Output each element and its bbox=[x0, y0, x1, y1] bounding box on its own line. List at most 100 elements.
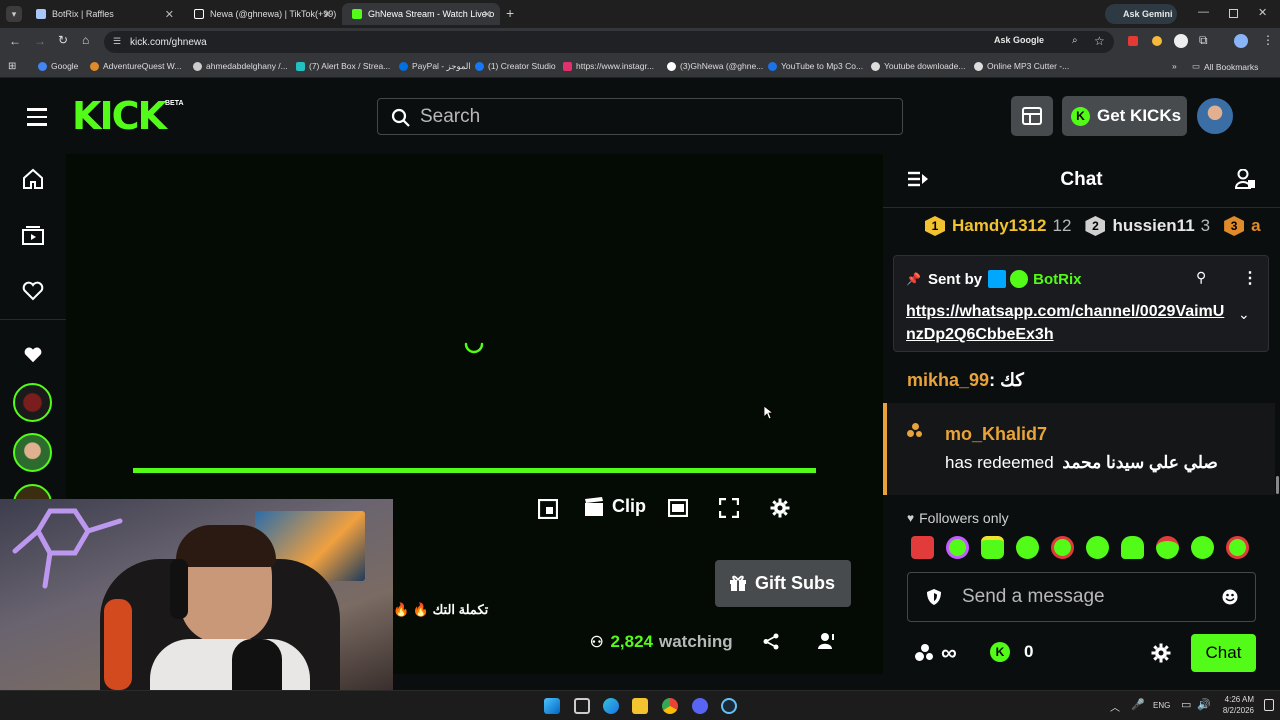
chat-input[interactable]: Send a message bbox=[907, 572, 1256, 622]
search-input[interactable]: Search bbox=[377, 98, 903, 135]
user-avatar[interactable] bbox=[1197, 98, 1233, 134]
home-icon[interactable] bbox=[22, 168, 44, 190]
tab-close-icon[interactable]: ✕ bbox=[483, 8, 492, 21]
discord-icon[interactable] bbox=[692, 698, 708, 714]
puzzle-icon[interactable]: ⧉ bbox=[1199, 33, 1208, 48]
tab-tiktok[interactable]: Newa (@ghnewa) | TikTok(+99) ✕ bbox=[184, 3, 340, 25]
unpin-icon[interactable]: ⚲ bbox=[1196, 269, 1206, 286]
chrome-icon[interactable] bbox=[662, 698, 678, 714]
kicks-balance[interactable]: K 0 bbox=[990, 642, 1033, 662]
bookmark-item[interactable]: Google bbox=[38, 61, 78, 71]
chat-users-icon[interactable] bbox=[1235, 169, 1255, 189]
bookmark-item[interactable]: PayPal - الموجز bbox=[399, 61, 471, 72]
emote-grin-icon[interactable] bbox=[1191, 536, 1214, 559]
tab-close-icon[interactable]: ✕ bbox=[165, 8, 174, 21]
extension-icon[interactable] bbox=[1174, 34, 1188, 48]
tray-chevron-icon[interactable]: ︿ bbox=[1110, 699, 1120, 714]
theater-mode-icon[interactable] bbox=[668, 499, 688, 517]
video-progress-bar[interactable] bbox=[133, 468, 816, 473]
notification-icon[interactable] bbox=[1264, 699, 1274, 711]
kick-logo[interactable]: KICK bbox=[72, 97, 167, 135]
chat-username[interactable]: mikha_99 bbox=[907, 370, 989, 390]
emote-crown-icon[interactable] bbox=[1156, 536, 1179, 559]
bookmark-item[interactable]: (7) Alert Box / Strea... bbox=[296, 61, 390, 71]
tab-list-icon[interactable]: ▾ bbox=[6, 6, 22, 22]
following-heart-icon[interactable] bbox=[22, 281, 44, 301]
pinned-link[interactable]: https://whatsapp.com/channel/0029VaimUnz… bbox=[906, 300, 1226, 346]
share-icon[interactable] bbox=[763, 633, 780, 650]
leaderboard-name[interactable]: a bbox=[1251, 216, 1260, 236]
fullscreen-icon[interactable] bbox=[719, 498, 739, 518]
browser-menu-icon[interactable]: ⋮ bbox=[1262, 33, 1274, 47]
close-window-icon[interactable]: ✕ bbox=[1258, 6, 1267, 19]
bookmark-item[interactable]: AdventureQuest W... bbox=[90, 61, 181, 71]
bookmark-item[interactable]: https://www.instagr... bbox=[563, 61, 654, 71]
home-icon[interactable]: ⌂ bbox=[82, 33, 89, 47]
tab-kick[interactable]: GhNewa Stream - Watch Live o ✕ bbox=[342, 3, 500, 25]
start-icon[interactable] bbox=[544, 698, 560, 714]
bookmark-item[interactable]: Online MP3 Cutter -... bbox=[974, 61, 1069, 71]
chat-scrollbar[interactable] bbox=[1276, 476, 1279, 494]
leaderboard-name[interactable]: Hamdy1312 bbox=[952, 216, 1047, 236]
emote-angel-icon[interactable] bbox=[981, 536, 1004, 559]
url-field[interactable]: ☰ kick.com/ghnewa Ask Google ⌕ ☆ bbox=[104, 31, 1114, 53]
zoom-icon[interactable]: ⌕ bbox=[1072, 35, 1078, 46]
layout-button[interactable] bbox=[1011, 96, 1053, 136]
menu-icon[interactable] bbox=[27, 108, 47, 126]
ask-google-chip[interactable]: Ask Google bbox=[994, 35, 1044, 45]
emote-dizzy-icon[interactable] bbox=[946, 536, 969, 559]
extension-icon[interactable] bbox=[1152, 36, 1162, 46]
emote-sick-icon[interactable] bbox=[1051, 536, 1074, 559]
new-tab-icon[interactable]: + bbox=[506, 5, 514, 21]
maximize-icon[interactable] bbox=[1229, 9, 1238, 18]
bookmark-item[interactable]: (1) Creator Studio bbox=[475, 61, 556, 71]
ask-gemini-button[interactable]: Ask Gemini bbox=[1105, 4, 1177, 24]
forward-icon[interactable]: → bbox=[34, 34, 46, 48]
apps-icon[interactable]: ⊞ bbox=[8, 61, 16, 72]
edge-icon[interactable] bbox=[603, 698, 619, 714]
reload-icon[interactable]: ↻ bbox=[58, 33, 68, 47]
extension-icon[interactable] bbox=[1128, 36, 1138, 46]
settings-gear-icon[interactable] bbox=[770, 498, 790, 518]
profile-icon[interactable] bbox=[1234, 34, 1248, 48]
site-info-icon[interactable]: ☰ bbox=[113, 36, 121, 47]
emote-ghost-icon[interactable] bbox=[1121, 536, 1144, 559]
bookmark-item[interactable]: Youtube downloade... bbox=[871, 61, 965, 71]
language-indicator[interactable]: ENG bbox=[1153, 701, 1170, 710]
bookmark-star-icon[interactable]: ☆ bbox=[1094, 34, 1105, 48]
all-bookmarks-folder[interactable]: ▭ All Bookmarks bbox=[1192, 61, 1258, 72]
bookmark-item[interactable]: ahmedabdelghany /... bbox=[193, 61, 288, 71]
redeem-user[interactable]: mo_Khalid7 bbox=[945, 424, 1047, 445]
gift-subs-button[interactable]: Gift Subs bbox=[715, 560, 851, 607]
chat-settings-gear-icon[interactable] bbox=[1151, 643, 1171, 663]
minimize-icon[interactable]: — bbox=[1198, 6, 1209, 18]
back-icon[interactable]: ← bbox=[9, 34, 21, 48]
file-explorer-icon[interactable] bbox=[632, 698, 648, 714]
clip-button[interactable]: Clip bbox=[584, 496, 646, 517]
send-chat-button[interactable]: Chat bbox=[1191, 634, 1256, 672]
miniplayer-icon[interactable] bbox=[538, 499, 558, 519]
emote-angry-icon[interactable] bbox=[911, 536, 934, 559]
follow-user-icon[interactable] bbox=[818, 632, 836, 650]
bookmark-item[interactable]: YouTube to Mp3 Co... bbox=[768, 61, 863, 71]
get-kicks-button[interactable]: K Get KICKs bbox=[1062, 96, 1187, 136]
pinned-message[interactable]: 📌 Sent by BotRix ⚲ ⋮ https://whatsapp.co… bbox=[893, 255, 1269, 352]
emoji-icon[interactable] bbox=[1222, 589, 1238, 605]
browse-icon[interactable] bbox=[22, 225, 44, 245]
followed-channel-avatar[interactable] bbox=[13, 433, 52, 472]
tab-botrix[interactable]: BotRix | Raffles ✕ bbox=[26, 3, 182, 25]
volume-icon[interactable]: 🔊 bbox=[1197, 698, 1211, 711]
steam-icon[interactable] bbox=[721, 698, 737, 714]
network-icon[interactable]: ▭ bbox=[1181, 698, 1191, 711]
emote-smile-icon[interactable] bbox=[1016, 536, 1039, 559]
emote-love-icon[interactable] bbox=[1226, 536, 1249, 559]
task-view-icon[interactable] bbox=[574, 698, 590, 714]
clock[interactable]: 4:26 AM 8/2/2026 bbox=[1214, 694, 1254, 716]
pinned-sender[interactable]: BotRix bbox=[1033, 271, 1081, 288]
tab-close-icon[interactable]: ✕ bbox=[323, 8, 332, 21]
chevron-down-icon[interactable]: ⌄ bbox=[1238, 306, 1250, 323]
emote-happy-icon[interactable] bbox=[1086, 536, 1109, 559]
pinned-more-icon[interactable]: ⋮ bbox=[1242, 268, 1258, 288]
leaderboard-name[interactable]: hussien11 bbox=[1112, 216, 1194, 236]
bookmark-item[interactable]: (3)GhNewa (@ghne... bbox=[667, 61, 763, 71]
